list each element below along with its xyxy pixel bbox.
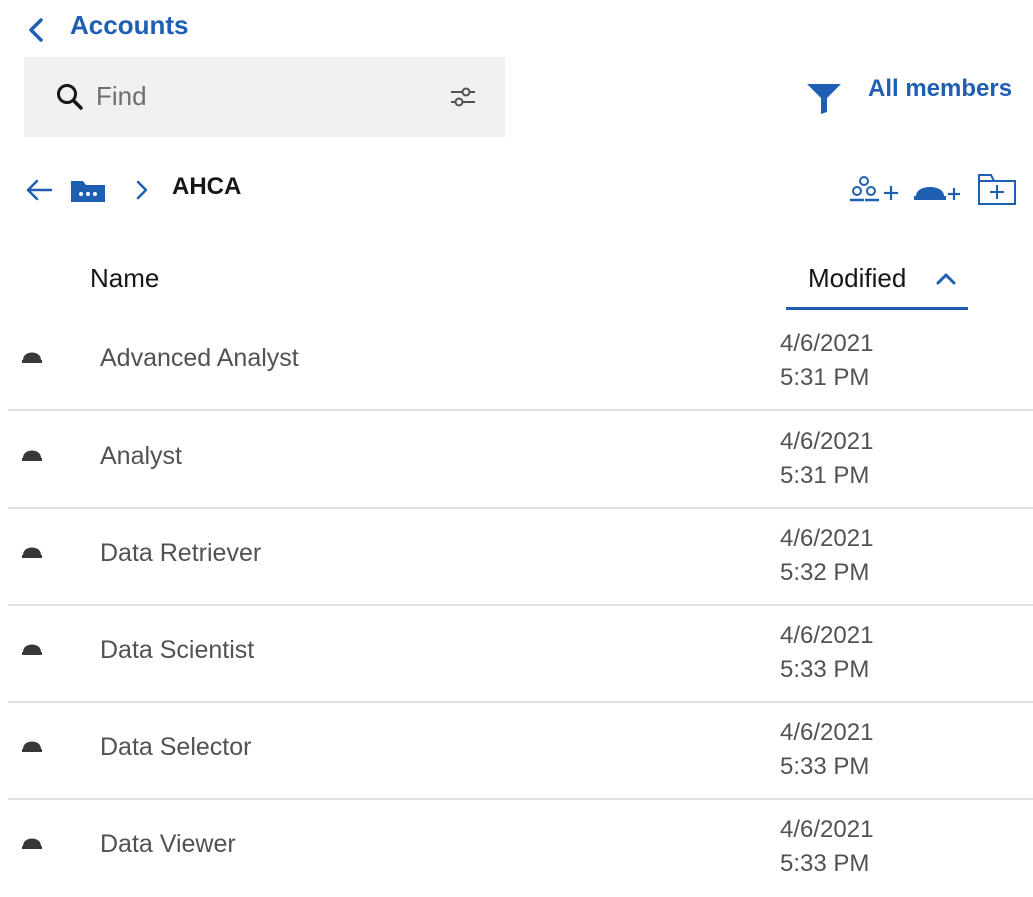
search-input[interactable]: [96, 76, 416, 116]
row-date: 4/6/2021: [780, 525, 874, 552]
role-icon: [22, 352, 42, 363]
role-icon: [22, 547, 42, 558]
row-time: 5:32 PM: [780, 559, 870, 586]
row-time: 5:31 PM: [780, 462, 870, 489]
funnel-icon[interactable]: [805, 80, 843, 116]
row-date: 4/6/2021: [780, 622, 874, 649]
filter-settings-icon[interactable]: [447, 81, 479, 113]
add-role-icon[interactable]: [912, 172, 964, 208]
row-name: Advanced Analyst: [100, 344, 299, 372]
sort-active-underline: [786, 307, 968, 310]
sort-ascending-icon: [936, 273, 956, 285]
column-header-modified-label: Modified: [808, 263, 907, 293]
table-row[interactable]: Data Selector 4/6/2021 5:33 PM: [8, 702, 1033, 800]
row-time: 5:33 PM: [780, 753, 870, 780]
add-folder-icon[interactable]: [976, 170, 1018, 208]
row-date: 4/6/2021: [780, 330, 874, 357]
page-title[interactable]: Accounts: [70, 8, 188, 42]
breadcrumb-current: AHCA: [172, 173, 242, 200]
filter-all-members[interactable]: All members: [868, 74, 1012, 104]
chevron-left-icon: [29, 18, 43, 42]
row-name: Data Scientist: [100, 636, 255, 664]
chevron-right-icon: [136, 180, 148, 200]
table-row[interactable]: Data Scientist 4/6/2021 5:33 PM: [8, 605, 1033, 703]
row-date: 4/6/2021: [780, 816, 874, 843]
row-name: Data Viewer: [100, 830, 236, 858]
row-name: Analyst: [100, 442, 182, 470]
row-time: 5:33 PM: [780, 656, 870, 683]
arrow-left-icon[interactable]: [24, 175, 54, 205]
row-date: 4/6/2021: [780, 428, 874, 455]
table-row[interactable]: Data Viewer 4/6/2021 5:33 PM: [8, 799, 1033, 897]
folder-more-icon[interactable]: [70, 176, 106, 204]
row-name: Data Selector: [100, 733, 252, 761]
back-button[interactable]: [22, 14, 50, 46]
role-icon: [22, 741, 42, 752]
table-row[interactable]: Advanced Analyst 4/6/2021 5:31 PM: [8, 313, 1033, 411]
role-icon: [22, 450, 42, 461]
search-icon: [57, 84, 83, 110]
column-header-name[interactable]: Name: [90, 262, 159, 294]
role-icon: [22, 644, 42, 655]
role-icon: [22, 838, 42, 849]
table-row[interactable]: Data Retriever 4/6/2021 5:32 PM: [8, 508, 1033, 606]
column-header-modified[interactable]: Modified: [786, 260, 968, 310]
row-time: 5:33 PM: [780, 850, 870, 877]
row-time: 5:31 PM: [780, 364, 870, 391]
table-row[interactable]: Analyst 4/6/2021 5:31 PM: [8, 411, 1033, 509]
row-name: Data Retriever: [100, 539, 262, 567]
row-date: 4/6/2021: [780, 719, 874, 746]
add-group-icon[interactable]: [846, 172, 904, 208]
